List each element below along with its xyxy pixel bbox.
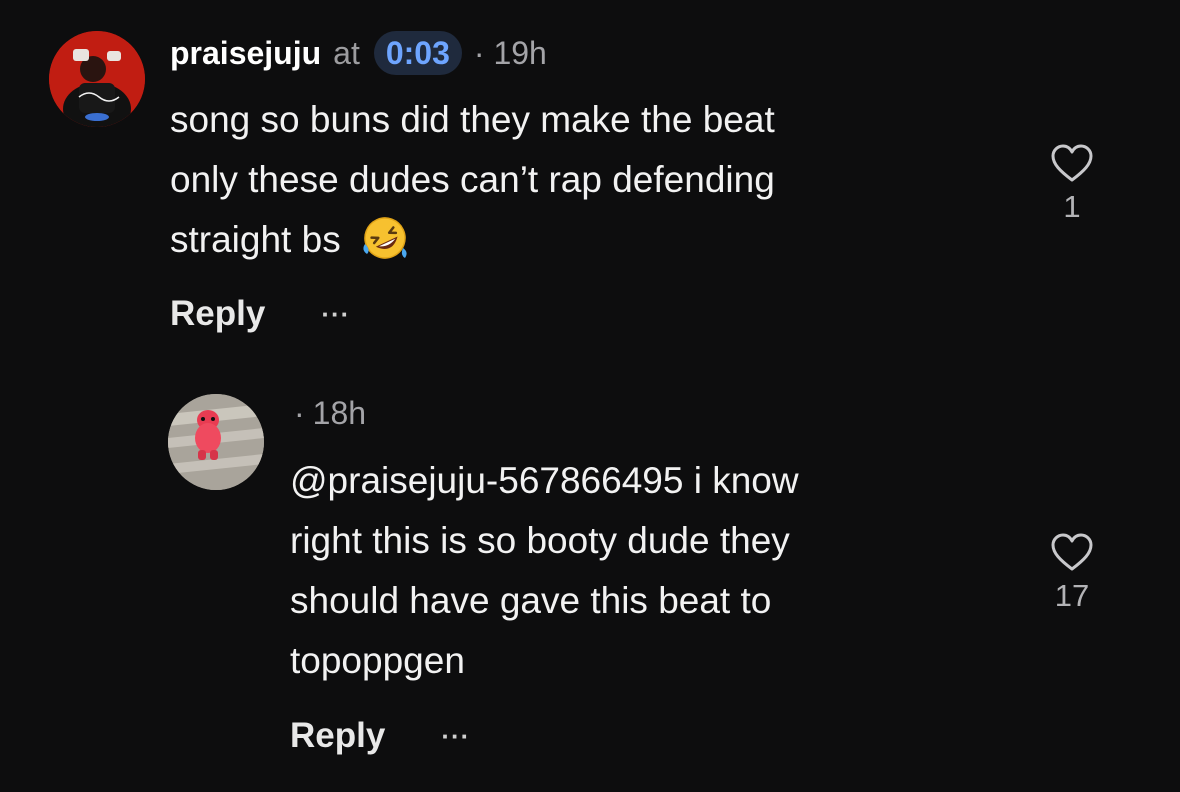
more-options-button[interactable]: ···: [441, 721, 470, 752]
rolling-laughing-emoji-icon: [363, 217, 407, 259]
comment-line-text: straight bs: [170, 219, 341, 260]
comment-meta: · 18h: [294, 393, 366, 433]
comments-panel: praisejuju at 0:03 · 19h song so buns di…: [0, 0, 1180, 792]
comment-line: topoppgen: [290, 640, 465, 681]
like-control[interactable]: 17: [1042, 532, 1102, 614]
comment-line: song so buns did they make the beat: [170, 99, 775, 140]
age-value: 19h: [493, 35, 547, 71]
avatar[interactable]: [49, 31, 145, 127]
comment-line: only these dudes can’t rap defending: [170, 159, 775, 200]
comment-body: @praisejuju-567866495 i know right this …: [290, 451, 1010, 691]
like-count: 17: [1054, 578, 1090, 613]
comment-age: 18h: [312, 395, 367, 431]
more-options-button[interactable]: ···: [321, 299, 350, 330]
avatar-photo-icon: [168, 394, 264, 490]
username[interactable]: praisejuju: [170, 33, 321, 73]
comment-line: should have gave this beat to: [290, 580, 772, 621]
comment-age: · 19h: [474, 33, 547, 73]
separator-dot: ·: [294, 395, 305, 431]
like-count: 1: [1063, 189, 1081, 224]
comment-body: song so buns did they make the beat only…: [170, 90, 970, 270]
avatar[interactable]: [168, 394, 264, 490]
comment-meta: praisejuju at 0:03 · 19h: [170, 31, 547, 75]
comment-line: straight bs: [170, 210, 970, 270]
avatar-photo-icon: [49, 31, 145, 127]
comment-line: right this is so booty dude they: [290, 520, 790, 561]
comment-actions: Reply ···: [290, 716, 470, 756]
heart-outline-icon[interactable]: [1050, 143, 1094, 183]
reply-button[interactable]: Reply: [170, 294, 265, 334]
comment-line: @praisejuju-567866495 i know: [290, 460, 799, 501]
reply-button[interactable]: Reply: [290, 716, 385, 756]
heart-outline-icon[interactable]: [1050, 532, 1094, 572]
comment-actions: Reply ···: [170, 294, 350, 334]
separator-dot: ·: [473, 35, 485, 71]
at-label: at: [333, 35, 360, 71]
video-timestamp-link[interactable]: 0:03: [373, 31, 462, 75]
like-control[interactable]: 1: [1042, 143, 1102, 225]
